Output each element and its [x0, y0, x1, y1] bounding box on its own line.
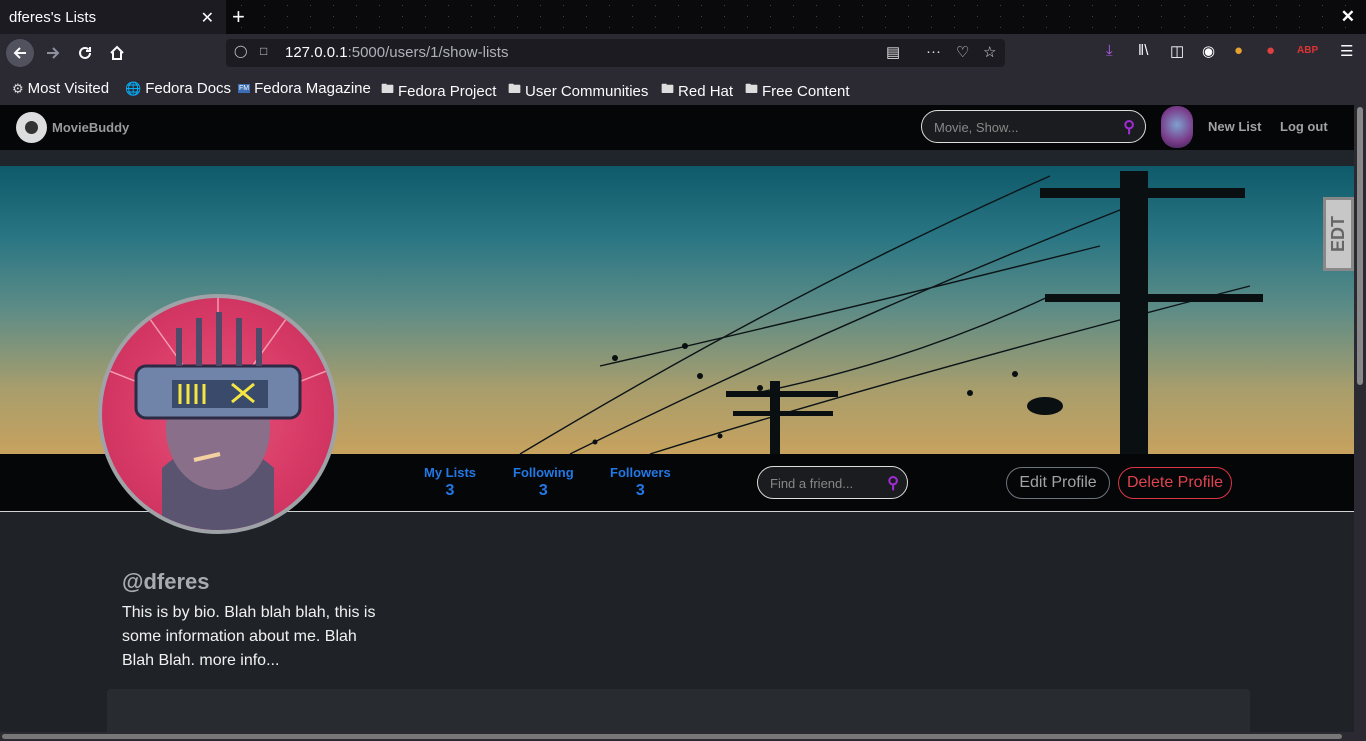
url-host: 127.0.0.1	[285, 44, 348, 61]
duckduckgo-icon[interactable]: ●	[1266, 42, 1275, 59]
bookmark-fedora-project[interactable]: 🖿 Fedora Project	[381, 80, 496, 102]
account-icon[interactable]: ◉	[1202, 42, 1215, 60]
followers-stat[interactable]: Followers 3	[610, 465, 671, 500]
back-arrow-icon	[13, 47, 26, 59]
horizontal-scrollbar[interactable]	[0, 732, 1366, 741]
tab-title: dferes's Lists	[9, 8, 97, 26]
home-button[interactable]	[104, 41, 130, 65]
extension-glasses-icon[interactable]: ●	[1234, 42, 1243, 59]
reader-view-icon[interactable]: ▤	[886, 43, 900, 61]
my-lists-label: My Lists	[424, 465, 477, 480]
vertical-scroll-thumb[interactable]	[1357, 107, 1363, 385]
profile-handle: @dferes	[122, 569, 210, 594]
brand-name: MovieBuddy	[52, 120, 130, 135]
bookmark-label: Red Hat	[678, 82, 734, 100]
bookmark-fedora-docs[interactable]: 🌐 Fedora Docs	[125, 80, 231, 97]
avatar-illustration	[102, 298, 334, 530]
window-close-button[interactable]: ✕	[1341, 7, 1355, 27]
following-stat[interactable]: Following 3	[513, 465, 574, 500]
horizontal-scroll-thumb[interactable]	[2, 734, 1342, 739]
search-icon[interactable]: ⚲	[887, 473, 899, 493]
delete-profile-button[interactable]: Delete Profile	[1118, 467, 1232, 499]
pocket-icon[interactable]: ♡	[956, 43, 969, 61]
url-text[interactable]: 127.0.0.1:5000/users/1/show-lists	[285, 44, 508, 61]
side-tab[interactable]: EDT	[1323, 197, 1354, 271]
url-bar[interactable]: ◯ □ 127.0.0.1:5000/users/1/show-lists ▤ …	[226, 39, 1005, 67]
folder-icon: 🖿	[661, 81, 675, 96]
followers-label: Followers	[610, 465, 671, 480]
globe-icon: 🌐	[125, 80, 142, 96]
active-tab[interactable]: dferes's Lists ✕	[0, 0, 226, 34]
bookmark-label: Most Visited	[27, 80, 110, 97]
nav-divider	[0, 150, 1354, 166]
forward-arrow-icon	[47, 47, 60, 59]
site-navbar: MovieBuddy Movie, Show... ⚲ New List Log…	[0, 105, 1354, 150]
page-actions-icon[interactable]: ···	[926, 43, 941, 60]
friend-search-placeholder: Find a friend...	[770, 476, 854, 491]
bookmark-fedora-magazine[interactable]: FM Fedora Magazine	[238, 80, 371, 97]
search-placeholder: Movie, Show...	[934, 120, 1019, 135]
vertical-scrollbar[interactable]	[1354, 105, 1366, 732]
tracking-shield-icon[interactable]: ◯	[234, 44, 247, 58]
bookmark-star-icon[interactable]: ☆	[983, 43, 996, 61]
search-input[interactable]: Movie, Show... ⚲	[921, 110, 1146, 143]
new-list-link[interactable]: New List	[1208, 119, 1261, 134]
lists-card	[107, 689, 1250, 732]
film-reel-icon	[16, 112, 47, 143]
profile-avatar	[98, 294, 338, 534]
tab-strip: dferes's Lists ✕ + ✕	[0, 0, 1366, 34]
bookmarks-bar: ⚙ Most Visited 🌐 Fedora Docs FM Fedora Maga…	[0, 72, 1366, 105]
bookmark-label: Free Content	[762, 82, 850, 100]
bookmark-label: Fedora Project	[398, 82, 497, 100]
url-path: :5000/users/1/show-lists	[347, 44, 509, 61]
bookmark-red-hat[interactable]: 🖿 Red Hat	[661, 80, 733, 102]
my-lists-stat[interactable]: My Lists 3	[424, 465, 476, 500]
library-icon[interactable]: ‖\	[1138, 42, 1148, 59]
reload-button[interactable]	[72, 41, 98, 65]
fm-icon: FM	[238, 84, 251, 93]
profile-bio: This is by bio. Blah blah blah, this is …	[122, 604, 376, 669]
search-icon[interactable]: ⚲	[1123, 117, 1135, 137]
friend-search-input[interactable]: Find a friend... ⚲	[757, 466, 908, 499]
bookmark-label: User Communities	[525, 82, 649, 100]
sidebar-icon[interactable]: ◫	[1170, 42, 1184, 60]
gear-icon: ⚙	[12, 80, 24, 96]
page-viewport: MovieBuddy Movie, Show... ⚲ New List Log…	[0, 105, 1354, 732]
bookmark-label: Fedora Docs	[145, 80, 232, 97]
back-button[interactable]	[6, 39, 34, 67]
bookmark-label: Fedora Magazine	[254, 80, 371, 97]
home-icon	[110, 45, 124, 60]
followers-count: 3	[635, 482, 645, 499]
logout-link[interactable]: Log out	[1280, 119, 1328, 134]
page-info-icon[interactable]: □	[260, 44, 267, 58]
folder-icon: 🖿	[381, 81, 395, 96]
bookmark-free-content[interactable]: 🖿 Free Content	[745, 80, 850, 102]
adblock-icon[interactable]: ABP	[1297, 45, 1318, 56]
bookmark-user-communities[interactable]: 🖿 User Communities	[508, 80, 648, 102]
browser-toolbar: ◯ □ 127.0.0.1:5000/users/1/show-lists ▤ …	[0, 34, 1366, 72]
menu-icon[interactable]: ☰	[1340, 42, 1353, 60]
edit-profile-button[interactable]: Edit Profile	[1006, 467, 1110, 499]
folder-icon: 🖿	[508, 81, 522, 96]
nav-avatar[interactable]	[1161, 106, 1193, 148]
forward-button[interactable]	[40, 41, 66, 65]
folder-icon: 🖿	[745, 81, 759, 96]
my-lists-count: 3	[445, 482, 455, 499]
bookmark-most-visited[interactable]: ⚙ Most Visited	[12, 80, 109, 97]
new-tab-button[interactable]: +	[232, 4, 245, 30]
reload-icon	[79, 46, 91, 59]
following-count: 3	[538, 482, 548, 499]
tab-close-icon[interactable]: ✕	[201, 8, 214, 28]
brand-link[interactable]: MovieBuddy	[16, 112, 129, 143]
following-label: Following	[513, 465, 574, 480]
downloads-icon[interactable]: ⤓	[1106, 42, 1113, 59]
